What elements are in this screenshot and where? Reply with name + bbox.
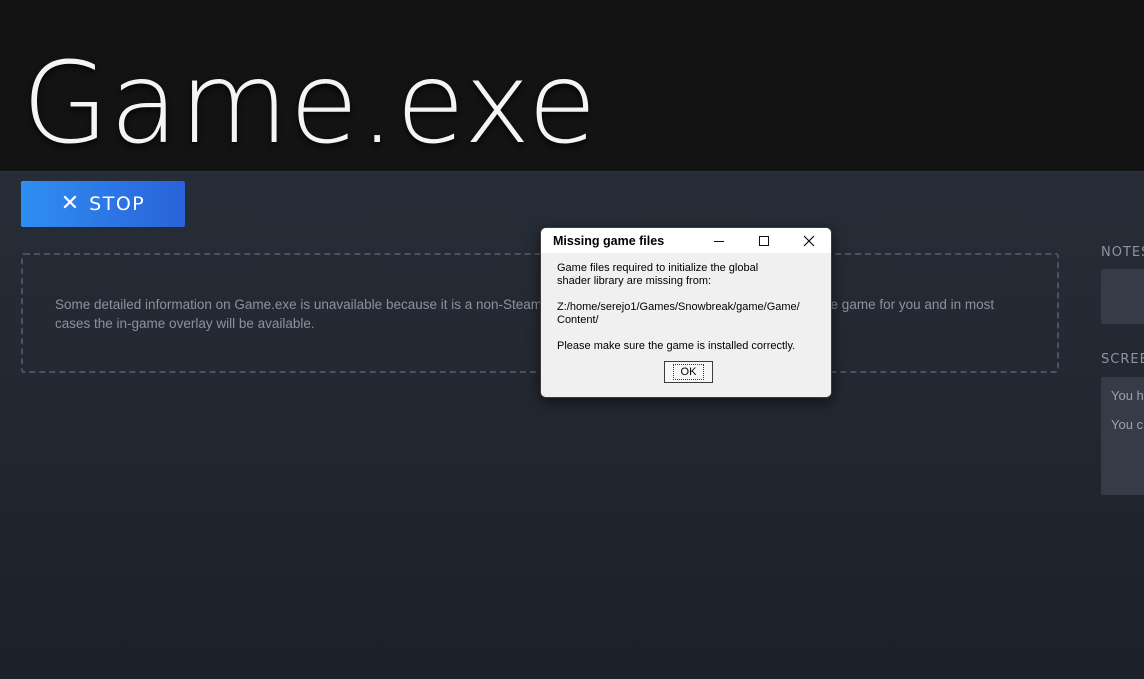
- maximize-button[interactable]: [742, 228, 786, 253]
- minimize-button[interactable]: [697, 228, 741, 253]
- dialog-body: Game files required to initialize the gl…: [541, 253, 831, 397]
- dialog-titlebar[interactable]: Missing game files: [541, 228, 831, 253]
- missing-files-dialog: Missing game files Game files required t…: [540, 227, 832, 398]
- info-line-1-end: g the game for you and in most: [808, 297, 995, 312]
- dialog-message-path-2: Content/: [557, 314, 599, 326]
- ok-button-label: OK: [672, 364, 705, 380]
- dialog-message-line-1: Game files required to initialize the gl…: [557, 262, 759, 274]
- minimize-icon: [714, 240, 724, 242]
- screenshots-text-1: You h: [1111, 388, 1144, 403]
- info-line-2: cases the in-game overlay will be availa…: [55, 316, 315, 331]
- stop-button[interactable]: ✕ STOP: [21, 181, 185, 227]
- game-hero-header: Game.exe: [0, 0, 1144, 172]
- dialog-message-path-1: Z:/home/serejo1/Games/Snowbreak/game/Gam…: [557, 301, 800, 313]
- close-icon: ✕: [60, 191, 80, 216]
- notes-panel[interactable]: [1101, 269, 1144, 324]
- stop-button-label: STOP: [89, 193, 146, 215]
- info-line-1: Some detailed information on Game.exe is…: [55, 297, 543, 312]
- close-button[interactable]: [787, 228, 831, 253]
- dialog-message-line-3: Please make sure the game is installed c…: [557, 340, 796, 352]
- maximize-icon: [759, 235, 769, 246]
- screenshots-section-label: SCREE: [1101, 352, 1144, 367]
- ok-button[interactable]: OK: [664, 361, 713, 383]
- dialog-title: Missing game files: [553, 234, 665, 248]
- notes-section-label: NOTES: [1101, 245, 1144, 260]
- screenshots-text-2: You c: [1111, 417, 1144, 432]
- close-icon: [803, 235, 815, 246]
- screenshots-panel: You h You c: [1101, 377, 1144, 495]
- dialog-message-line-2: shader library are missing from:: [557, 275, 712, 287]
- steam-game-page: Game.exe ✕ STOP Some detailed informatio…: [0, 0, 1144, 679]
- game-title: Game.exe: [22, 39, 598, 169]
